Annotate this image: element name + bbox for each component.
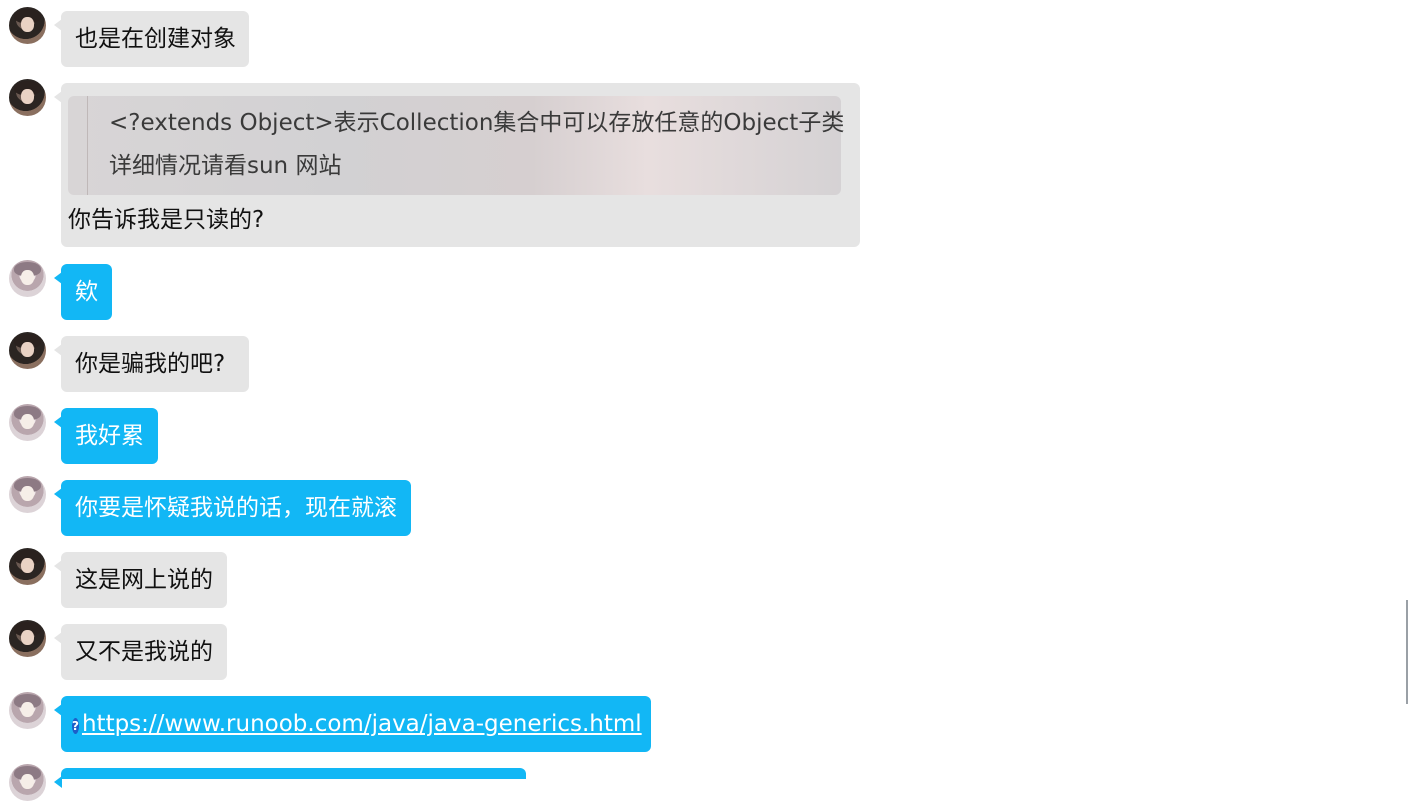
message-text: 你要是怀疑我说的话，现在就滚 xyxy=(75,495,397,521)
avatar-other[interactable] xyxy=(9,620,46,657)
avatar-self[interactable] xyxy=(9,476,46,513)
quote-line: 详细情况请看sun 网站 xyxy=(109,153,342,179)
quoted-message[interactable]: <?extends Object>表示Collection集合中可以存放任意的O… xyxy=(68,96,845,195)
message-text: 我好累 xyxy=(75,423,144,449)
avatar-other[interactable] xyxy=(9,332,46,369)
question-icon: ? xyxy=(72,718,79,734)
avatar-other[interactable] xyxy=(9,79,46,116)
message-bubble[interactable]: 我好累 xyxy=(54,408,158,464)
quote-line: <?extends Object>表示Collection集合中可以存放任意的O… xyxy=(109,110,845,136)
avatar-self[interactable] xyxy=(9,692,46,729)
avatar-other[interactable] xyxy=(9,7,46,44)
link-container: ? https://www.runoob.com/java/java-gener… xyxy=(72,696,642,752)
message-link[interactable]: https://www.runoob.com/java/java-generic… xyxy=(82,696,642,752)
message-bubble[interactable]: 这是网上说的 xyxy=(54,552,227,608)
message-bubble[interactable]: 也是在创建对象 xyxy=(54,11,249,67)
avatar-self[interactable] xyxy=(9,404,46,441)
message-bubble[interactable]: 你是骗我的吧? xyxy=(54,336,249,392)
message-bubble[interactable]: 又不是我说的 xyxy=(54,624,227,680)
scrollbar-indicator[interactable] xyxy=(1406,600,1408,704)
message-text: 你告诉我是只读的? xyxy=(68,207,265,233)
message-text: 也是在创建对象 xyxy=(75,26,236,52)
avatar-self[interactable] xyxy=(9,260,46,297)
message-bubble[interactable]: ? https://www.runoob.com/java/java-gener… xyxy=(54,696,651,752)
message-text: 你是骗我的吧? xyxy=(75,351,226,377)
message-bubble[interactable]: 欸 xyxy=(54,264,112,320)
message-bubble[interactable]: <?extends Object>表示Collection集合中可以存放任意的O… xyxy=(54,83,860,247)
message-bubble[interactable]: 你要是怀疑我说的话，现在就滚 xyxy=(54,480,411,536)
message-text: 欸 xyxy=(75,279,98,305)
message-text: 又不是我说的 xyxy=(75,639,213,665)
message-bubble-partial[interactable] xyxy=(54,768,526,788)
avatar-self[interactable] xyxy=(9,764,46,801)
message-text: 这是网上说的 xyxy=(75,567,213,593)
avatar-other[interactable] xyxy=(9,548,46,585)
